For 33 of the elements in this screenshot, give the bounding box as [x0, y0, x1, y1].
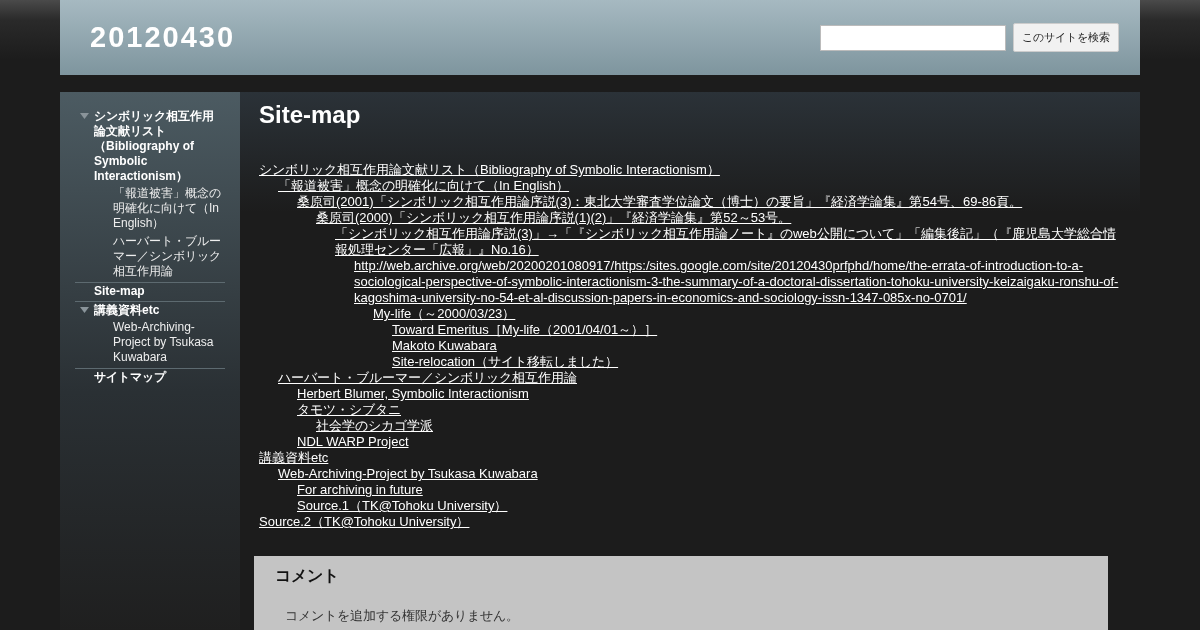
search-button[interactable]: このサイトを検索	[1013, 23, 1119, 52]
sidebar-subitem[interactable]: ハーバート・ブルーマー／シンボリック相互作用論	[75, 232, 225, 280]
sitemap-link[interactable]: Source.1（TK@Tohoku University）	[297, 498, 1122, 514]
sitemap-link[interactable]: 桑原司(2000)「シンボリック相互作用論序説(1)(2)」『経済学論集』第52～53号。	[316, 210, 1122, 226]
sitemap-link[interactable]: For archiving in future	[297, 482, 1122, 498]
sidebar-item[interactable]: 講義資料etc	[94, 303, 164, 318]
sidebar-subitem[interactable]: 「報道被害」概念の明確化に向けて（In English）	[75, 184, 225, 232]
search-field[interactable]	[820, 24, 1006, 51]
sitemap-link[interactable]: Web-Archiving-Project by Tsukasa Kuwabara	[278, 466, 1122, 482]
sitemap-link[interactable]: My-life（～2000/03/23）	[373, 306, 1122, 322]
expand-triangle-icon[interactable]	[80, 307, 89, 313]
comments-heading: コメント	[275, 566, 340, 586]
sitemap-link[interactable]: Makoto Kuwabara	[392, 338, 1122, 354]
sitemap-link[interactable]: http://web.archive.org/web/20200201080917/https:/sites.google.com/site/20120430prfphd/home/the-errata-of-introduction-to-a-sociological-perspective-of-symbolic-interactionism-3-the-summary-of-a-doctoral-dissertation-tohoku-university-keizaigaku-ronshu-of-kagoshima-university-no-54-et-al-discussion-papers-in-economics-and-sociology-issn-1347-085x-no-0701/	[354, 258, 1122, 306]
sitemap-link[interactable]: Site-relocation（サイト移転しました）	[392, 354, 1122, 370]
sitemap-link[interactable]: Herbert Blumer, Symbolic Interactionism	[297, 386, 1122, 402]
comments-message: コメントを追加する権限がありません。	[284, 607, 520, 625]
sidebar-item[interactable]: シンボリック相互作用論文献リスト（Bibliography of Symbolic Interactionism）	[94, 109, 225, 184]
sitemap-link[interactable]: 講義資料etc	[259, 450, 1122, 466]
sitemap-link[interactable]: 桑原司(2001)「シンボリック相互作用論序説(3)：東北大学審査学位論文（博士）の要旨」『経済学論集』第54号、69-86頁。	[297, 194, 1122, 210]
sitemap-link[interactable]: 社会学のシカゴ学派	[316, 418, 1122, 434]
sidebar-subitem[interactable]: Web-Archiving-Project by Tsukasa Kuwabara	[75, 318, 225, 366]
page-title: Site-map	[259, 101, 362, 129]
sitemap-link[interactable]: タモツ・シブタニ	[297, 402, 1122, 418]
sitemap-link[interactable]: Source.2（TK@Tohoku University）	[259, 514, 1122, 530]
sitemap-link[interactable]: 「報道被害」概念の明確化に向けて（In English）	[278, 178, 1122, 194]
sitemap-link[interactable]: シンボリック相互作用論文献リスト（Bibliography of Symbolic Interactionism）	[259, 162, 1122, 178]
sidebar-item[interactable]: サイトマップ	[94, 370, 170, 385]
sitemap-link[interactable]: ハーバート・ブルーマー／シンボリック相互作用論	[278, 370, 1122, 386]
sitemap-link[interactable]: Toward Emeritus［My-life（2001/04/01～）］	[392, 322, 1122, 338]
sitemap-link[interactable]: NDL WARP Project	[297, 434, 1122, 450]
expand-triangle-icon[interactable]	[80, 113, 89, 119]
sidebar-item[interactable]: Site-map	[94, 284, 149, 299]
